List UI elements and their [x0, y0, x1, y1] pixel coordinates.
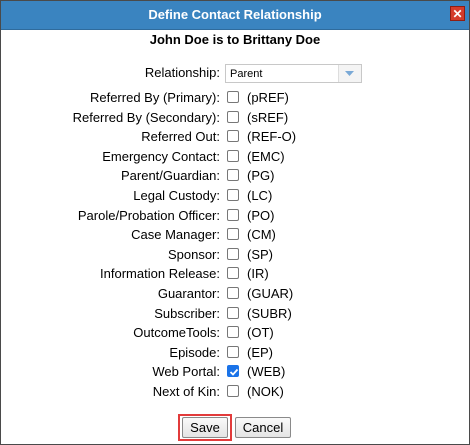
- checkbox-label: Web Portal:: [152, 364, 220, 379]
- checkbox[interactable]: [227, 228, 239, 240]
- checkbox-label: Referred Out:: [141, 129, 220, 144]
- checkbox-row: Guarantor: (GUAR): [1, 284, 469, 304]
- checkbox-label: Episode:: [169, 345, 220, 360]
- checkbox-label: Emergency Contact:: [102, 149, 220, 164]
- checkbox[interactable]: [227, 287, 239, 299]
- checkbox-code: (SUBR): [247, 306, 292, 321]
- close-icon[interactable]: ✕: [450, 6, 465, 21]
- checkbox-code: (WEB): [247, 364, 286, 379]
- checkbox-label: Parent/Guardian:: [120, 168, 220, 183]
- checkbox[interactable]: [227, 267, 239, 279]
- checkbox[interactable]: [227, 326, 239, 338]
- save-button[interactable]: Save: [182, 417, 228, 438]
- relationship-selected-value: Parent: [230, 68, 263, 80]
- checkbox[interactable]: [227, 91, 239, 103]
- checkbox-code: (EMC): [247, 149, 285, 164]
- checkbox-label: Parole/Probation Officer:: [77, 208, 220, 223]
- checkbox-code: (IR): [247, 266, 269, 281]
- checkbox[interactable]: [227, 111, 239, 123]
- checkbox-code: (sREF): [247, 110, 289, 125]
- checkbox-label: Information Release:: [100, 266, 220, 281]
- checkbox-row: Case Manager: (CM): [1, 225, 469, 245]
- checkbox-label: Sponsor:: [167, 247, 220, 262]
- checkbox-code: (NOK): [247, 384, 284, 399]
- checkbox-label: Case Manager:: [131, 227, 220, 242]
- checkbox[interactable]: [227, 307, 239, 319]
- checkbox-row: Subscriber: (SUBR): [1, 304, 469, 324]
- checkbox[interactable]: [227, 346, 239, 358]
- checkbox-label: Subscriber:: [154, 306, 220, 321]
- cancel-button[interactable]: Cancel: [235, 417, 291, 438]
- checkbox-row: Parent/Guardian: (PG): [1, 166, 469, 186]
- checkbox-label: OutcomeTools:: [133, 325, 220, 340]
- checkbox[interactable]: [227, 150, 239, 162]
- checkbox[interactable]: [227, 130, 239, 142]
- checkbox-code: (SP): [247, 247, 273, 262]
- checkbox-row: Referred By (Primary): (pREF): [1, 88, 469, 108]
- checkbox-code: (LC): [247, 188, 273, 203]
- checkbox-row: Information Release: (IR): [1, 264, 469, 284]
- checkbox-label: Guarantor:: [157, 286, 220, 301]
- checkbox-code: (OT): [247, 325, 274, 340]
- checkbox-row: Next of Kin: (NOK): [1, 382, 469, 402]
- checkbox[interactable]: [227, 169, 239, 181]
- heading-connector: is to: [208, 32, 243, 47]
- dialog-titlebar: Define Contact Relationship ✕: [1, 1, 469, 30]
- checkbox-code: (PG): [247, 168, 275, 183]
- checkbox-row: Sponsor: (SP): [1, 245, 469, 265]
- target-name: Brittany Doe: [242, 32, 321, 47]
- person-name: John Doe: [149, 32, 209, 47]
- checkbox-row: Legal Custody: (LC): [1, 186, 469, 206]
- checkbox-row: Emergency Contact: (EMC): [1, 147, 469, 167]
- checkbox-code: (EP): [247, 345, 273, 360]
- checkbox-row: Referred By (Secondary): (sREF): [1, 108, 469, 128]
- checkbox[interactable]: [227, 209, 239, 221]
- chevron-down-icon: [345, 71, 354, 76]
- checkbox-row: OutcomeTools: (OT): [1, 323, 469, 343]
- checkbox-label: Referred By (Primary):: [89, 90, 220, 105]
- checkbox-row: Web Portal: (WEB): [1, 362, 469, 382]
- checkmark-icon: [229, 368, 239, 376]
- checkbox-label: Referred By (Secondary):: [72, 110, 220, 125]
- checkbox[interactable]: [227, 385, 239, 397]
- checkbox-row: Parole/Probation Officer: (PO): [1, 206, 469, 226]
- checkbox-code: (PO): [247, 208, 275, 223]
- checkbox-label: Legal Custody:: [133, 188, 220, 203]
- checkbox-label: Next of Kin:: [152, 384, 220, 399]
- checkbox-row: Episode: (EP): [1, 343, 469, 363]
- relationship-label: Relationship:: [144, 65, 220, 80]
- checkbox-code: (REF-O): [247, 129, 297, 144]
- checkbox-code: (GUAR): [247, 286, 294, 301]
- checkbox[interactable]: [227, 248, 239, 260]
- dropdown-arrow[interactable]: [338, 65, 361, 82]
- checkbox[interactable]: [227, 365, 239, 377]
- relationship-heading: John Doe is to Brittany Doe: [1, 32, 469, 47]
- contact-relationship-dialog: Define Contact Relationship ✕ John Doe i…: [0, 0, 470, 445]
- checkbox[interactable]: [227, 189, 239, 201]
- checkbox-code: (CM): [247, 227, 276, 242]
- checkbox-code: (pREF): [247, 90, 289, 105]
- dialog-title: Define Contact Relationship: [148, 7, 322, 22]
- checkbox-row: Referred Out: (REF-O): [1, 127, 469, 147]
- relationship-select[interactable]: Parent: [225, 64, 362, 83]
